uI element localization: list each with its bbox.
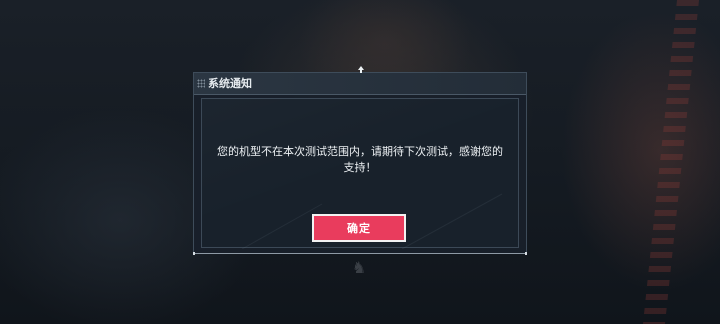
message-line-2: 支持！ [343, 161, 377, 174]
message-line-1: 您的机型不在本次测试范围内，请期待下次测试，感谢您的 [217, 145, 503, 158]
dialog-bottom-rule [193, 252, 527, 255]
confirm-button[interactable]: 确定 [312, 214, 406, 242]
dialog-title: 系统通知 [208, 77, 252, 90]
background-icon: ♞ [351, 258, 367, 277]
confirm-button-label: 确定 [347, 222, 371, 235]
dialog-header: 系统通知 [194, 73, 526, 95]
game-screen: ♞ 系统通知 您的机型不在本次测试范围内，请期待下次测试，感谢您的 支持！ 确定 [0, 0, 720, 324]
dialog-message: 您的机型不在本次测试范围内，请期待下次测试，感谢您的 支持！ [202, 144, 518, 176]
grip-dots-icon [197, 79, 205, 88]
background-stripe [642, 0, 700, 324]
